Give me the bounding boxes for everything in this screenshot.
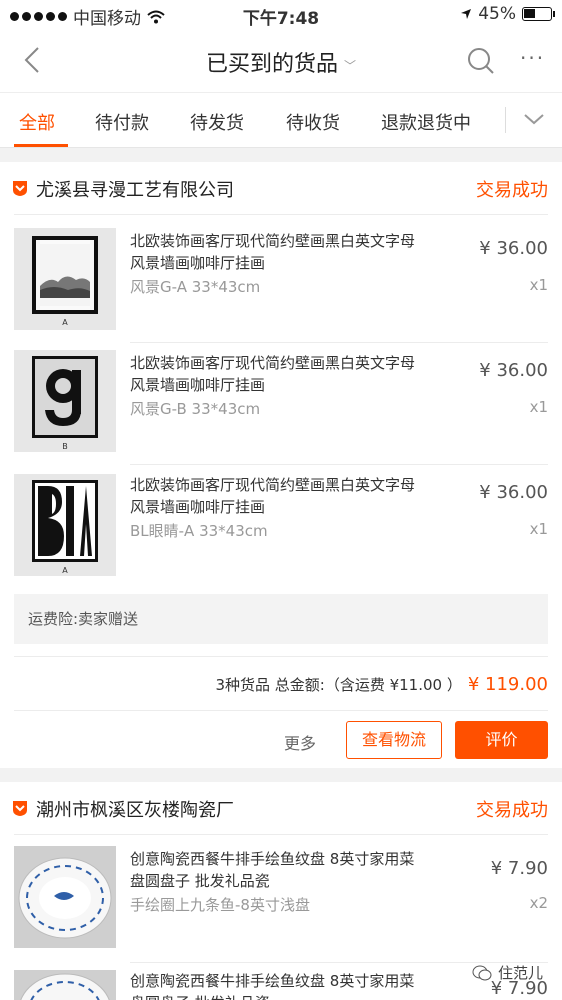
product-thumbnail[interactable] xyxy=(14,970,116,1000)
review-button[interactable]: 评价 xyxy=(455,721,548,759)
svg-text:A: A xyxy=(62,318,68,327)
product-title[interactable]: 北欧装饰画客厅现代简约壁画黑白英文字母风景墙画咖啡厅挂画 xyxy=(130,474,420,518)
more-button[interactable]: 更多 xyxy=(284,730,316,754)
active-tab-indicator xyxy=(14,144,68,147)
divider xyxy=(130,464,548,465)
product-price: ¥ 36.00 xyxy=(479,482,548,503)
divider xyxy=(14,656,548,657)
order-summary: 3种货品 总金额:（含运费 ¥11.00 ） xyxy=(215,676,462,694)
fish-plate-image xyxy=(20,973,110,1000)
svg-text:A: A xyxy=(62,566,68,575)
product-thumbnail[interactable]: B xyxy=(14,350,116,452)
order-tabs: 全部 待付款 待发货 待收货 退款退货中 xyxy=(0,92,562,148)
battery-percent: 45% xyxy=(478,4,516,24)
divider xyxy=(14,214,548,215)
divider xyxy=(130,342,548,343)
product-quantity: x1 xyxy=(529,276,548,294)
battery-icon xyxy=(522,7,555,21)
product-price: ¥ 36.00 xyxy=(479,238,548,259)
product-sku: 风景G-B 33*43cm xyxy=(130,400,261,418)
letters-bla-poster-image: A xyxy=(32,480,98,575)
search-icon[interactable] xyxy=(466,46,496,76)
shop-badge-icon xyxy=(13,181,27,196)
product-title[interactable]: 北欧装饰画客厅现代简约壁画黑白英文字母风景墙画咖啡厅挂画 xyxy=(130,230,420,274)
product-sku: 风景G-A 33*43cm xyxy=(130,278,261,296)
product-thumbnail[interactable]: A xyxy=(14,228,116,330)
svg-text:B: B xyxy=(62,442,68,451)
divider xyxy=(505,107,506,133)
nav-bar: 已买到的货品 ﹀ ··· xyxy=(0,30,562,92)
product-quantity: x1 xyxy=(529,520,548,538)
watermark: 住范儿 xyxy=(472,962,543,983)
product-price: ¥ 7.90 xyxy=(490,858,548,879)
product-sku: 手绘圈上九条鱼-8英寸浅盘 xyxy=(130,896,310,914)
product-title[interactable]: 北欧装饰画客厅现代简约壁画黑白英文字母风景墙画咖啡厅挂画 xyxy=(130,352,420,396)
status-bar: 中国移动 下午7:48 45% xyxy=(0,0,562,30)
more-dots-icon[interactable]: ··· xyxy=(520,46,545,70)
shipping-insurance-note: 运费险:卖家赠送 xyxy=(14,594,548,644)
chevron-down-icon[interactable] xyxy=(522,109,546,129)
product-quantity: x1 xyxy=(529,398,548,416)
divider xyxy=(14,710,548,711)
product-title[interactable]: 创意陶瓷西餐牛排手绘鱼纹盘 8英寸家用菜盘圆盘子 批发礼品瓷 xyxy=(130,970,420,1000)
product-quantity: x2 xyxy=(529,894,548,912)
product-sku: BL眼睛-A 33*43cm xyxy=(130,522,268,540)
view-logistics-button[interactable]: 查看物流 xyxy=(346,721,442,759)
tab-pending-payment[interactable]: 待付款 xyxy=(95,109,149,135)
shop-name[interactable]: 潮州市枫溪区灰楼陶瓷厂 xyxy=(36,796,234,822)
product-price: ¥ 36.00 xyxy=(479,360,548,381)
order-status: 交易成功 xyxy=(476,800,548,821)
landscape-poster-image: A xyxy=(32,236,98,327)
shop-badge-icon xyxy=(13,801,27,816)
product-thumbnail[interactable]: A xyxy=(14,474,116,576)
order-card: 尤溪县寻漫工艺有限公司 交易成功 A 北欧装饰画客厅现代简约壁画黑白英文字母风景… xyxy=(0,162,562,768)
order-status: 交易成功 xyxy=(476,180,548,201)
tab-refund[interactable]: 退款退货中 xyxy=(381,109,471,135)
tab-pending-shipment[interactable]: 待发货 xyxy=(190,109,244,135)
tab-all[interactable]: 全部 xyxy=(19,109,55,135)
total-amount: ¥ 119.00 xyxy=(467,674,548,695)
watermark-text: 住范儿 xyxy=(498,964,544,982)
product-thumbnail[interactable] xyxy=(14,846,116,948)
letter-g-poster-image: B xyxy=(32,356,98,451)
shop-name[interactable]: 尤溪县寻漫工艺有限公司 xyxy=(36,176,234,202)
location-arrow-icon xyxy=(461,9,472,19)
tab-pending-receipt[interactable]: 待收货 xyxy=(286,109,340,135)
fish-plate-image xyxy=(18,857,112,939)
chevron-down-icon: ﹀ xyxy=(344,58,357,73)
divider xyxy=(14,834,548,835)
order-total: 3种货品 总金额:（含运费 ¥11.00 ） ¥ 119.00 xyxy=(215,674,548,695)
wechat-logo-icon xyxy=(472,965,492,980)
product-title[interactable]: 创意陶瓷西餐牛排手绘鱼纹盘 8英寸家用菜盘圆盘子 批发礼品瓷 xyxy=(130,848,420,892)
